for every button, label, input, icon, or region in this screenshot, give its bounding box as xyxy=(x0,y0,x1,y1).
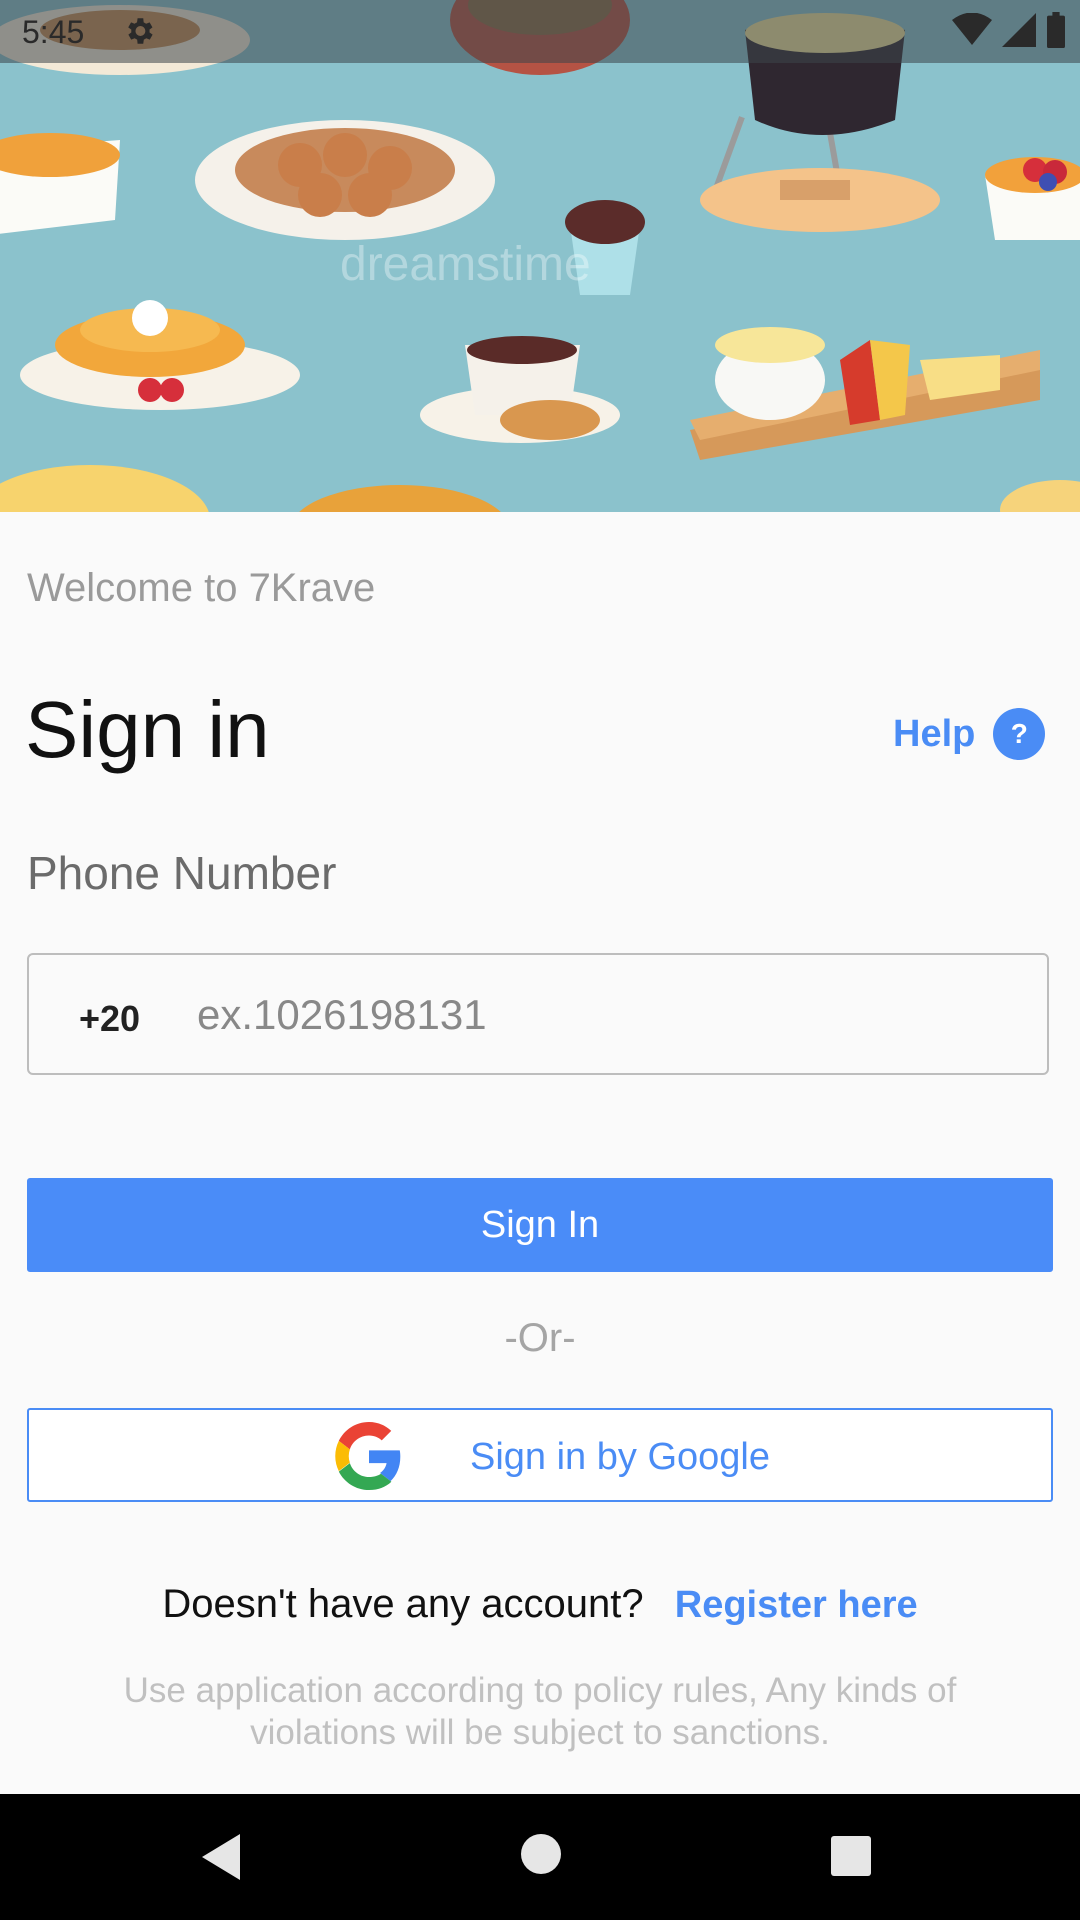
or-separator: -Or- xyxy=(504,1316,576,1360)
wifi-icon xyxy=(952,12,992,52)
register-link[interactable]: Register here xyxy=(675,1584,918,1626)
help-icon: ? xyxy=(993,708,1046,760)
google-sign-in-button[interactable]: Sign in by Google xyxy=(27,1408,1053,1502)
help-button[interactable]: Help ? xyxy=(893,708,1046,760)
home-icon[interactable] xyxy=(521,1834,561,1874)
back-icon[interactable] xyxy=(202,1834,242,1885)
welcome-text: Welcome to 7Krave xyxy=(27,566,376,610)
google-button-label: Sign in by Google xyxy=(470,1436,770,1478)
status-icons xyxy=(952,12,1066,53)
google-icon xyxy=(335,1422,403,1490)
register-row: Doesn't have any account? Register here xyxy=(0,1582,1080,1627)
no-account-text: Doesn't have any account? xyxy=(162,1582,644,1626)
phone-input[interactable] xyxy=(195,983,1019,1047)
phone-number-label: Phone Number xyxy=(27,847,337,899)
country-code: +20 xyxy=(79,998,141,1039)
hero-food-illustration: dreamstime xyxy=(0,0,1080,512)
system-nav-bar xyxy=(0,1794,1080,1920)
page-title: Sign in xyxy=(25,685,270,774)
battery-icon xyxy=(1046,12,1066,53)
gear-icon xyxy=(122,14,156,48)
help-label: Help xyxy=(893,712,976,755)
sign-in-button[interactable]: Sign In xyxy=(27,1178,1053,1272)
status-bar: 5:45 xyxy=(0,0,1080,63)
food-illustration: dreamstime xyxy=(0,0,1080,512)
recents-icon[interactable] xyxy=(831,1836,871,1876)
signal-icon xyxy=(1002,13,1036,52)
svg-text:dreamstime: dreamstime xyxy=(340,238,591,291)
phone-field-container: +20 xyxy=(27,953,1049,1075)
policy-notice: Use application according to policy rule… xyxy=(123,1671,957,1752)
status-time: 5:45 xyxy=(22,14,85,50)
